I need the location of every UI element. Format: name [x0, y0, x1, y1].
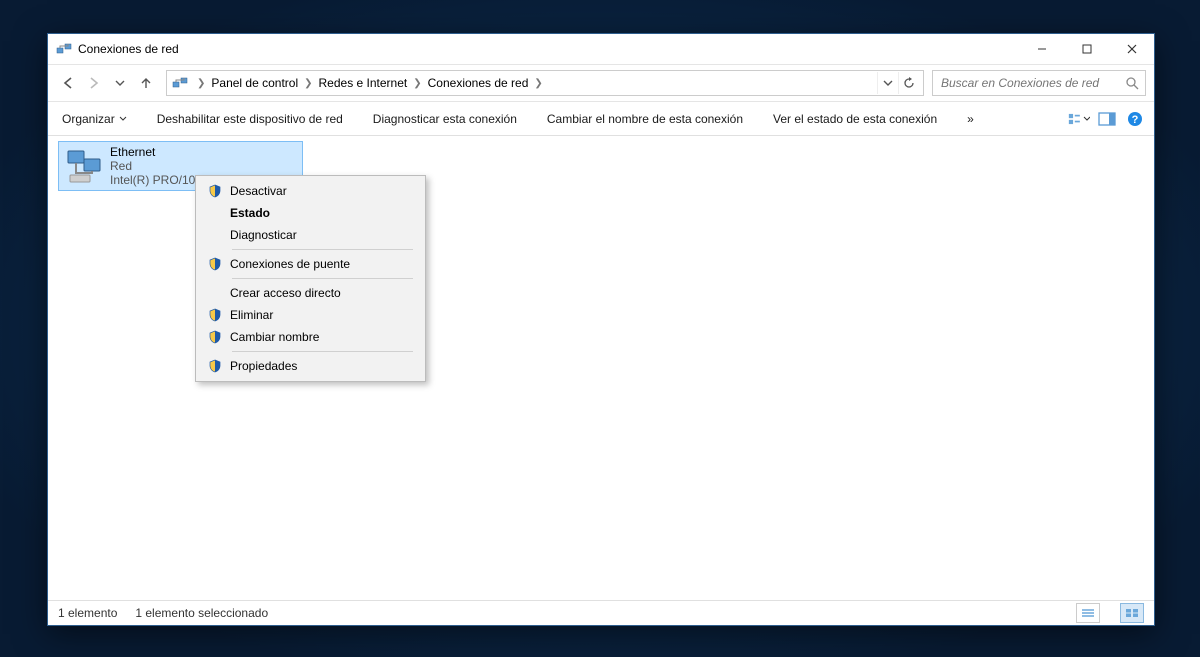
- recent-dropdown-button[interactable]: [108, 71, 132, 95]
- address-dropdown-button[interactable]: [877, 72, 898, 94]
- menu-item-delete[interactable]: Eliminar: [198, 304, 423, 326]
- menu-item-rename[interactable]: Cambiar nombre: [198, 326, 423, 348]
- toolbar-overflow-button[interactable]: »: [961, 108, 980, 130]
- menu-item-shortcut[interactable]: Crear acceso directo: [198, 282, 423, 304]
- status-bar: 1 elemento 1 elemento seleccionado: [48, 600, 1154, 625]
- adapter-status: Red: [110, 159, 297, 173]
- breadcrumb-item[interactable]: Redes e Internet: [317, 76, 410, 90]
- menu-item-diagnose[interactable]: Diagnosticar: [198, 224, 423, 246]
- close-button[interactable]: [1109, 34, 1154, 64]
- menu-item-properties[interactable]: Propiedades: [198, 355, 423, 377]
- diagnose-button[interactable]: Diagnosticar esta conexión: [367, 108, 523, 130]
- breadcrumb-item[interactable]: Panel de control: [209, 76, 300, 90]
- chevron-down-icon: [119, 115, 127, 123]
- search-input[interactable]: [939, 75, 1125, 91]
- menu-item-disable[interactable]: Desactivar: [198, 180, 423, 202]
- shield-icon: [206, 308, 224, 322]
- disable-device-button[interactable]: Deshabilitar este dispositivo de red: [151, 108, 349, 130]
- refresh-button[interactable]: [898, 72, 919, 94]
- view-status-button[interactable]: Ver el estado de esta conexión: [767, 108, 943, 130]
- adapter-name: Ethernet: [110, 145, 297, 159]
- chevron-right-icon[interactable]: ❯: [300, 78, 316, 89]
- up-button[interactable]: [134, 71, 158, 95]
- help-button[interactable]: ?: [1124, 108, 1146, 130]
- rename-connection-button[interactable]: Cambiar el nombre de esta conexión: [541, 108, 749, 130]
- explorer-window: Conexiones de red: [47, 33, 1155, 626]
- chevron-down-icon: [1083, 115, 1090, 123]
- maximize-button[interactable]: [1064, 34, 1109, 64]
- ethernet-adapter-icon: [64, 145, 104, 185]
- organize-button[interactable]: Organizar: [56, 108, 133, 130]
- window-title: Conexiones de red: [78, 42, 179, 56]
- forward-button[interactable]: [82, 71, 106, 95]
- command-toolbar: Organizar Deshabilitar este dispositivo …: [48, 102, 1154, 136]
- network-connections-icon: [56, 41, 72, 57]
- breadcrumb: ❯ Panel de control ❯ Redes e Internet ❯ …: [193, 76, 877, 90]
- chevron-right-icon[interactable]: ❯: [193, 78, 209, 89]
- organize-label: Organizar: [62, 112, 115, 126]
- menu-item-status[interactable]: Estado: [198, 202, 423, 224]
- status-item-count: 1 elemento: [58, 606, 117, 620]
- content-area[interactable]: Ethernet Red Intel(R) PRO/1000 MT Deskto…: [48, 136, 1154, 600]
- menu-separator: [232, 249, 413, 250]
- menu-separator: [232, 278, 413, 279]
- shield-icon: [206, 330, 224, 344]
- address-bar[interactable]: ❯ Panel de control ❯ Redes e Internet ❯ …: [166, 70, 924, 96]
- chevron-right-icon[interactable]: ❯: [530, 78, 546, 89]
- titlebar: Conexiones de red: [48, 34, 1154, 65]
- breadcrumb-item[interactable]: Conexiones de red: [426, 76, 531, 90]
- search-icon: [1125, 76, 1139, 90]
- menu-separator: [232, 351, 413, 352]
- details-view-button[interactable]: [1076, 603, 1100, 623]
- back-button[interactable]: [56, 71, 80, 95]
- preview-pane-button[interactable]: [1096, 108, 1118, 130]
- shield-icon: [206, 257, 224, 271]
- chevron-right-icon[interactable]: ❯: [409, 78, 425, 89]
- svg-text:?: ?: [1132, 114, 1139, 126]
- address-folder-icon: [171, 74, 189, 92]
- shield-icon: [206, 184, 224, 198]
- navigation-row: ❯ Panel de control ❯ Redes e Internet ❯ …: [48, 65, 1154, 102]
- status-selection-count: 1 elemento seleccionado: [135, 606, 268, 620]
- view-options-button[interactable]: [1068, 108, 1090, 130]
- shield-icon: [206, 359, 224, 373]
- menu-item-bridge[interactable]: Conexiones de puente: [198, 253, 423, 275]
- context-menu: Desactivar Estado Diagnosticar Conexione…: [195, 175, 426, 382]
- large-icons-view-button[interactable]: [1120, 603, 1144, 623]
- minimize-button[interactable]: [1019, 34, 1064, 64]
- search-box[interactable]: [932, 70, 1146, 96]
